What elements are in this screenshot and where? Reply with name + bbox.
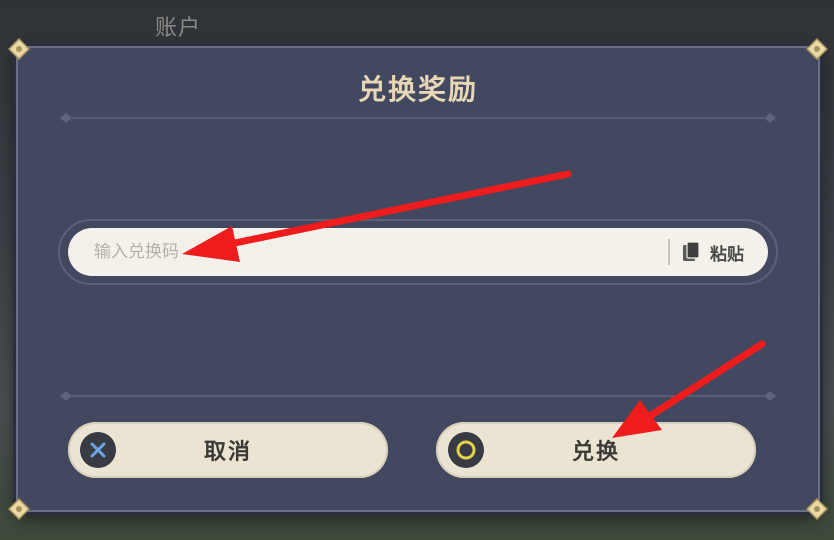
confirm-redeem-button[interactable]: 兑换 xyxy=(436,422,756,478)
code-input-box: 粘贴 xyxy=(68,228,768,276)
input-separator xyxy=(668,239,670,265)
cancel-button[interactable]: 取消 xyxy=(68,422,388,478)
dialog-title: 兑换奖励 xyxy=(357,73,478,106)
corner-ornament-icon xyxy=(8,498,30,520)
redeem-dialog: 兑换奖励 粘贴 xyxy=(8,38,828,520)
footer-divider xyxy=(58,390,778,402)
x-circle-icon xyxy=(80,432,116,468)
clipboard-icon xyxy=(683,241,700,261)
corner-ornament-icon xyxy=(806,38,828,60)
title-divider xyxy=(58,112,778,124)
paste-button[interactable]: 粘贴 xyxy=(682,240,744,265)
account-tab-label: 账户 xyxy=(155,16,202,41)
corner-ornament-icon xyxy=(806,498,828,520)
confirm-label: 兑换 xyxy=(571,440,620,465)
cancel-label: 取消 xyxy=(203,440,252,465)
paste-label: 粘贴 xyxy=(710,244,744,265)
code-input-frame: 粘贴 xyxy=(58,219,778,285)
corner-ornament-icon xyxy=(8,38,30,60)
o-circle-icon xyxy=(448,432,484,468)
redeem-code-input[interactable] xyxy=(92,231,668,273)
